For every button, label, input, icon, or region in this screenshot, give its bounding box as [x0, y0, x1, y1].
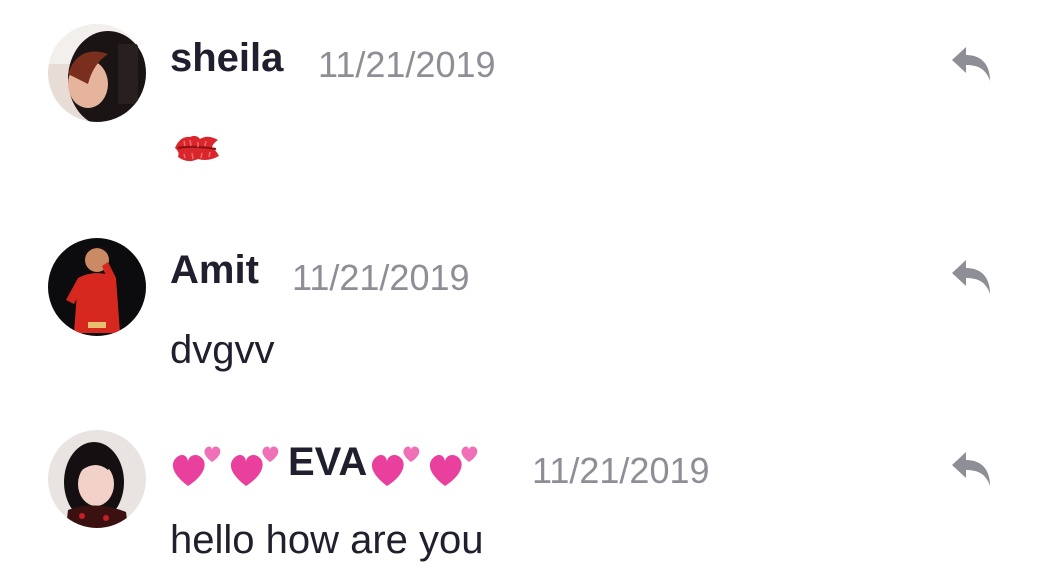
comment-body: hello how are you	[170, 518, 484, 562]
two-hearts-icon	[170, 436, 228, 488]
reply-icon[interactable]	[948, 448, 994, 488]
two-hearts-icon	[369, 436, 427, 488]
comment-body: dvgvv	[170, 328, 275, 372]
author-name[interactable]: sheila	[170, 36, 283, 81]
kiss-mark-icon	[172, 128, 222, 175]
avatar[interactable]	[48, 430, 146, 528]
reply-icon[interactable]	[948, 256, 994, 296]
comment-date: 11/21/2019	[292, 257, 470, 298]
author-name-wrap: EVA	[170, 432, 485, 492]
avatar[interactable]	[48, 24, 146, 122]
author-name[interactable]: EVA	[288, 440, 367, 485]
comment-item: Amit 11/21/2019 dvgvv	[0, 200, 1038, 400]
comment-date: 11/21/2019	[532, 450, 710, 491]
author-name[interactable]: Amit	[170, 248, 259, 293]
two-hearts-icon	[427, 436, 485, 488]
comment-item: sheila 11/21/2019	[0, 0, 1038, 200]
comment-date: 11/21/2019	[318, 44, 496, 85]
avatar[interactable]	[48, 238, 146, 336]
reply-icon[interactable]	[948, 43, 994, 83]
two-hearts-icon	[228, 436, 286, 488]
comment-item: EVA 11/21/2019 hello how are you	[0, 400, 1038, 584]
